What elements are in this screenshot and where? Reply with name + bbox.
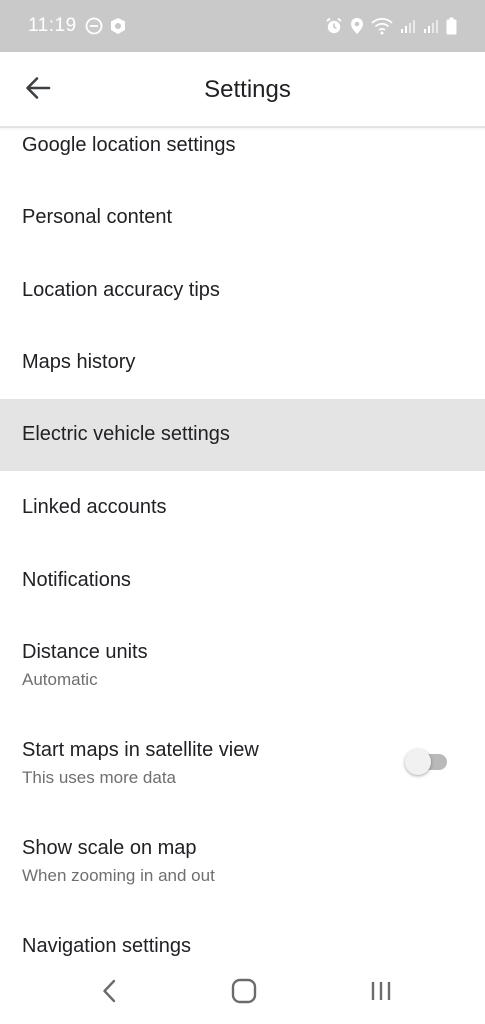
settings-item-electric-vehicle[interactable]: Electric vehicle settings — [0, 399, 485, 471]
settings-item-label: Maps history — [22, 351, 136, 373]
settings-item-label: Distance units — [22, 641, 148, 663]
alarm-icon — [325, 17, 343, 35]
home-nav-icon — [231, 978, 257, 1009]
settings-item-personal-content[interactable]: Personal content — [0, 182, 485, 254]
settings-item-google-location[interactable]: Google location settings — [0, 128, 485, 168]
nav-recents-button[interactable] — [361, 976, 401, 1010]
satellite-view-toggle[interactable] — [405, 749, 449, 775]
settings-item-label: Start maps in satellite view — [22, 739, 259, 761]
settings-item-label: Show scale on map — [22, 837, 197, 859]
do-not-disturb-icon — [85, 17, 103, 35]
toggle-thumb — [405, 749, 431, 775]
wifi-icon — [371, 17, 393, 35]
status-time: 11:19 — [28, 15, 77, 36]
settings-item-label: Personal content — [22, 206, 173, 228]
system-nav-bar — [0, 962, 485, 1024]
battery-icon — [446, 17, 457, 35]
settings-item-label: Notifications — [22, 569, 131, 591]
status-bar: 11:19 — [0, 0, 485, 52]
settings-item-maps-history[interactable]: Maps history — [0, 327, 485, 399]
settings-item-label: Linked accounts — [22, 496, 167, 518]
page-title: Settings — [204, 76, 291, 103]
settings-screen: 11:19 Settings Google location settings … — [0, 0, 485, 1024]
nav-back-button[interactable] — [89, 976, 129, 1010]
status-right-icons — [325, 17, 457, 35]
nav-home-button[interactable] — [224, 976, 264, 1010]
settings-item-label: Electric vehicle settings — [22, 423, 230, 445]
settings-item-distance-units[interactable]: Distance units Automatic — [0, 615, 485, 713]
settings-item-linked-accounts[interactable]: Linked accounts — [0, 471, 485, 543]
app-bar: Settings — [0, 52, 485, 128]
signal-icon — [423, 18, 439, 34]
settings-item-satellite-view[interactable]: Start maps in satellite view This uses m… — [0, 713, 485, 811]
settings-item-subtitle: When zooming in and out — [22, 866, 215, 885]
recents-nav-icon — [369, 979, 393, 1008]
settings-item-subtitle: Automatic — [22, 670, 98, 689]
back-nav-icon — [102, 979, 116, 1008]
settings-item-location-accuracy-tips[interactable]: Location accuracy tips — [0, 255, 485, 327]
settings-item-show-scale[interactable]: Show scale on map When zooming in and ou… — [0, 811, 485, 909]
location-pin-icon — [350, 17, 364, 35]
shield-app-icon — [109, 17, 127, 35]
settings-item-subtitle: This uses more data — [22, 768, 177, 787]
status-left-icons — [85, 17, 127, 35]
settings-item-label: Google location settings — [22, 134, 236, 156]
settings-item-label: Navigation settings — [22, 935, 191, 957]
settings-item-notifications[interactable]: Notifications — [0, 543, 485, 615]
settings-item-navigation[interactable]: Navigation settings — [0, 909, 485, 969]
settings-item-label: Location accuracy tips — [22, 279, 220, 301]
signal-icon — [400, 18, 416, 34]
